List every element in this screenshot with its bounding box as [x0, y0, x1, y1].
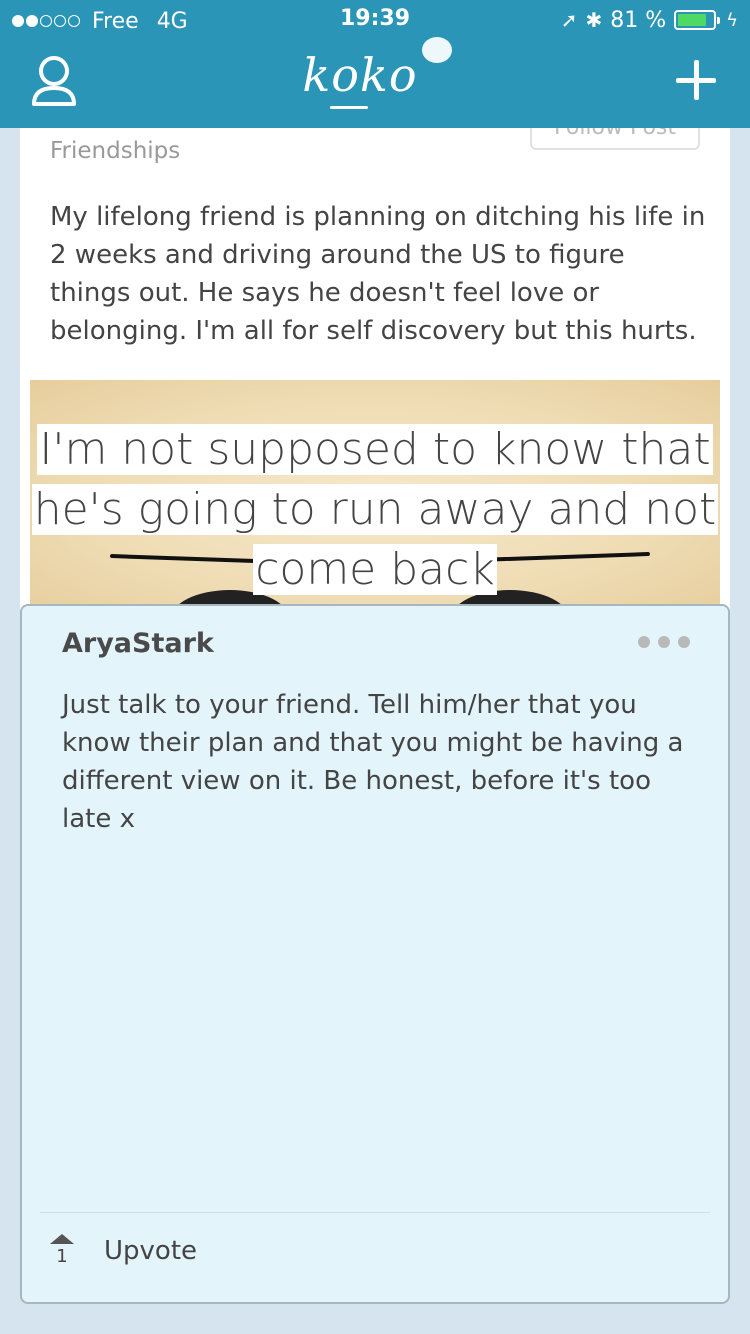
divider — [40, 1212, 710, 1213]
status-right: ➚ ✱ 81 % ϟ — [561, 6, 738, 34]
upvote-icon: 1 — [50, 1234, 74, 1267]
battery-icon — [674, 10, 721, 30]
more-dot — [658, 636, 670, 648]
upvote-label: Upvote — [104, 1235, 198, 1266]
reply-author[interactable]: AryaStark — [62, 628, 214, 659]
battery-level-fill — [678, 14, 706, 26]
charging-bolt-icon: ϟ — [726, 9, 738, 31]
logo-text: koko — [302, 48, 418, 102]
arrow-up-icon — [50, 1234, 74, 1244]
post-text: My lifelong friend is planning on ditchi… — [50, 202, 706, 346]
image-quote-text: I'm not supposed to know that he's going… — [31, 424, 719, 595]
reply-card: AryaStark Just talk to your friend. Tell… — [20, 604, 730, 1304]
more-options-button[interactable] — [630, 636, 690, 648]
upvote-button[interactable]: 1 Upvote — [50, 1234, 197, 1267]
logo-word: koko — [302, 48, 418, 109]
post-image[interactable]: I'm not supposed to know that he's going… — [30, 380, 720, 620]
upvote-count: 1 — [56, 1246, 68, 1267]
reply-text: Just talk to your friend. Tell him/her t… — [62, 690, 684, 834]
more-dot — [638, 636, 650, 648]
more-dot — [678, 636, 690, 648]
add-post-button[interactable] — [672, 56, 720, 104]
speech-bubble-icon — [421, 37, 452, 63]
image-quote: I'm not supposed to know that he's going… — [30, 420, 720, 600]
koko-logo: koko — [0, 37, 750, 109]
nav-bar: koko — [0, 37, 750, 128]
app-screen: Free 4G 19:39 ➚ ✱ 81 % ϟ koko Friendship… — [0, 0, 750, 1334]
status-bar: Free 4G 19:39 ➚ ✱ 81 % ϟ — [0, 0, 750, 42]
top-bar: Free 4G 19:39 ➚ ✱ 81 % ϟ koko — [0, 0, 750, 128]
logo-underline — [330, 106, 369, 109]
location-arrow-icon: ➚ — [560, 8, 578, 32]
post-category: Friendships — [50, 138, 181, 164]
bluetooth-icon: ✱ — [585, 8, 603, 32]
battery-percent: 81 % — [610, 7, 667, 33]
follow-post-button[interactable]: Follow Post — [530, 128, 700, 150]
